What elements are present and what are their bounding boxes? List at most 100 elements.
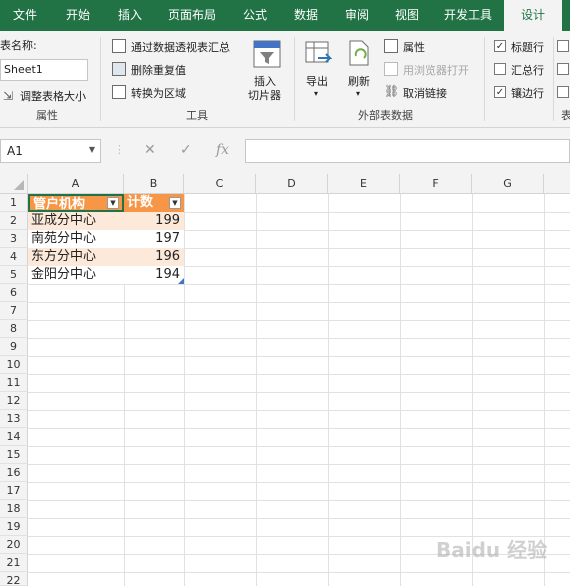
slicer-icon <box>253 40 281 68</box>
row-header[interactable]: 8 <box>0 320 28 338</box>
tab-page-layout[interactable]: 页面布局 <box>154 0 230 31</box>
export-button[interactable]: 导出 ▾ <box>300 37 336 103</box>
row-header[interactable]: 2 <box>0 212 28 230</box>
gridline <box>28 500 570 501</box>
worksheet-grid[interactable]: A B C D E F G 1 2 3 4 5 6 7 8 9 10 11 12… <box>0 174 570 586</box>
resize-table-button[interactable]: 调整表格大小 <box>20 88 86 104</box>
row-header[interactable]: 22 <box>0 572 28 586</box>
gridline <box>28 518 570 519</box>
row-header[interactable]: 20 <box>0 536 28 554</box>
table-cell[interactable]: 194 <box>124 266 184 284</box>
select-all-corner[interactable] <box>0 174 28 194</box>
tab-data[interactable]: 数据 <box>280 0 332 31</box>
corner-triangle-icon <box>14 180 24 190</box>
row-header[interactable]: 17 <box>0 482 28 500</box>
column-header-g[interactable]: G <box>472 174 544 194</box>
enter-icon[interactable]: ✓ <box>180 142 192 158</box>
gridline <box>28 572 570 573</box>
row-header[interactable]: 21 <box>0 554 28 572</box>
table-cell[interactable]: 197 <box>124 230 184 248</box>
open-in-browser-button[interactable]: 用浏览器打开 <box>403 62 469 78</box>
column-header-c[interactable]: C <box>184 174 256 194</box>
baidu-watermark: Baidu 经验 <box>436 538 548 562</box>
tab-review[interactable]: 审阅 <box>332 0 382 31</box>
filter-dropdown-icon[interactable]: ▼ <box>107 197 119 209</box>
banded-rows-checkbox[interactable]: ✓ <box>494 86 506 98</box>
unlink-button[interactable]: 取消链接 <box>403 85 447 101</box>
row-header[interactable]: 4 <box>0 248 28 266</box>
row-header[interactable]: 14 <box>0 428 28 446</box>
name-box[interactable]: A1 ▼ <box>0 139 101 163</box>
insert-slicer-button[interactable]: 插入 切片器 <box>244 37 290 103</box>
row-header[interactable]: 12 <box>0 392 28 410</box>
gridline <box>28 482 570 483</box>
external-properties-button[interactable]: 属性 <box>403 39 425 55</box>
row-header[interactable]: 9 <box>0 338 28 356</box>
column-header-a[interactable]: A <box>28 174 124 194</box>
total-row-checkbox[interactable] <box>494 63 506 75</box>
table-header-cell[interactable]: 计数 ▼ <box>124 194 184 212</box>
group-label-external: 外部表数据 <box>358 109 413 122</box>
gridline <box>28 338 570 339</box>
refresh-button[interactable]: 刷新 ▾ <box>342 37 378 103</box>
convert-to-range-button[interactable]: 转换为区域 <box>131 85 186 101</box>
row-header[interactable]: 11 <box>0 374 28 392</box>
header-row-checkbox[interactable]: ✓ <box>494 40 506 52</box>
table-name-input[interactable]: Sheet1 <box>0 59 88 81</box>
gridline <box>28 410 570 411</box>
banded-rows-label: 镶边行 <box>511 87 544 100</box>
row-header[interactable]: 15 <box>0 446 28 464</box>
gridline <box>28 356 570 357</box>
banded-columns-checkbox[interactable] <box>557 86 569 98</box>
row-header[interactable]: 6 <box>0 284 28 302</box>
chevron-down-icon[interactable]: ▼ <box>89 145 95 154</box>
last-column-checkbox[interactable] <box>557 63 569 75</box>
first-column-checkbox[interactable] <box>557 40 569 52</box>
tab-view[interactable]: 视图 <box>382 0 432 31</box>
table-cell[interactable]: 亚成分中心 <box>28 212 124 230</box>
tab-developer[interactable]: 开发工具 <box>432 0 504 31</box>
column-header-d[interactable]: D <box>256 174 328 194</box>
formula-input[interactable] <box>245 139 570 163</box>
table-cell[interactable]: 东方分中心 <box>28 248 124 266</box>
column-header-b[interactable]: B <box>124 174 184 194</box>
gridline <box>28 392 570 393</box>
remove-duplicates-button[interactable]: 删除重复值 <box>131 62 186 78</box>
row-header[interactable]: 13 <box>0 410 28 428</box>
row-header[interactable]: 16 <box>0 464 28 482</box>
pivot-summary-icon <box>112 39 126 53</box>
row-header[interactable]: 5 <box>0 266 28 284</box>
column-header-e[interactable]: E <box>328 174 400 194</box>
row-header[interactable]: 1 <box>0 194 28 212</box>
group-label-style-options: 表 <box>561 109 570 122</box>
gridline <box>256 194 257 586</box>
table-resize-handle-icon[interactable] <box>178 278 184 284</box>
tab-design[interactable]: 设计 <box>504 0 562 31</box>
tab-formulas[interactable]: 公式 <box>230 0 280 31</box>
remove-duplicates-icon <box>112 62 126 76</box>
row-header[interactable]: 19 <box>0 518 28 536</box>
gridline <box>184 194 185 586</box>
tab-file[interactable]: 文件 <box>0 0 50 31</box>
row-header[interactable]: 18 <box>0 500 28 518</box>
ribbon-separator <box>484 37 485 121</box>
filter-dropdown-icon[interactable]: ▼ <box>169 197 181 209</box>
table-header-cell[interactable]: 管户机构 ▼ <box>28 194 124 212</box>
table-cell[interactable]: 196 <box>124 248 184 266</box>
table-cell[interactable]: 南苑分中心 <box>28 230 124 248</box>
pivot-summary-button[interactable]: 通过数据透视表汇总 <box>131 39 230 55</box>
ribbon-separator <box>553 37 554 121</box>
table-cell[interactable]: 199 <box>124 212 184 230</box>
convert-to-range-icon <box>112 85 126 99</box>
row-header[interactable]: 3 <box>0 230 28 248</box>
column-header-partial[interactable] <box>544 174 570 194</box>
cancel-icon[interactable]: ✕ <box>144 142 156 158</box>
row-header[interactable]: 7 <box>0 302 28 320</box>
row-header[interactable]: 10 <box>0 356 28 374</box>
gridline <box>28 284 570 285</box>
table-cell[interactable]: 金阳分中心 <box>28 266 124 284</box>
column-header-f[interactable]: F <box>400 174 472 194</box>
tab-home[interactable]: 开始 <box>50 0 106 31</box>
insert-function-icon[interactable]: fx <box>216 142 229 158</box>
tab-insert[interactable]: 插入 <box>106 0 154 31</box>
